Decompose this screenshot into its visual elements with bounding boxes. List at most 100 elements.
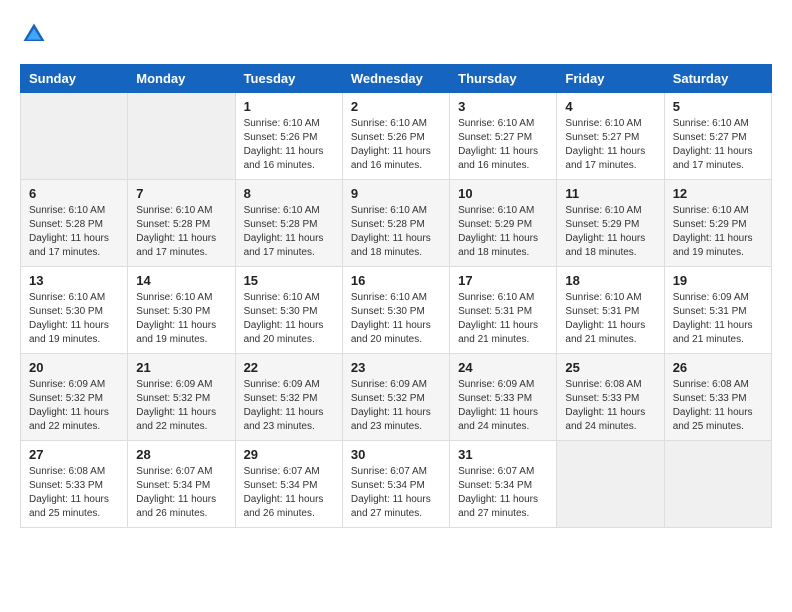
day-info: Sunrise: 6:10 AMSunset: 5:27 PMDaylight:… (673, 117, 763, 173)
day-info: Sunrise: 6:07 AMSunset: 5:34 PMDaylight:… (458, 465, 548, 521)
day-number: 4 (565, 99, 655, 114)
day-info: Sunrise: 6:10 AMSunset: 5:28 PMDaylight:… (136, 204, 226, 260)
day-info: Sunrise: 6:07 AMSunset: 5:34 PMDaylight:… (351, 465, 441, 521)
day-number: 21 (136, 360, 226, 375)
day-info: Sunrise: 6:10 AMSunset: 5:31 PMDaylight:… (565, 291, 655, 347)
calendar-cell (557, 441, 664, 528)
calendar-cell: 19 Sunrise: 6:09 AMSunset: 5:31 PMDaylig… (664, 267, 771, 354)
day-info: Sunrise: 6:09 AMSunset: 5:32 PMDaylight:… (244, 378, 334, 434)
day-number: 15 (244, 273, 334, 288)
calendar-cell: 6 Sunrise: 6:10 AMSunset: 5:28 PMDayligh… (21, 180, 128, 267)
calendar-cell: 4 Sunrise: 6:10 AMSunset: 5:27 PMDayligh… (557, 93, 664, 180)
day-number: 10 (458, 186, 548, 201)
day-number: 16 (351, 273, 441, 288)
calendar-cell: 11 Sunrise: 6:10 AMSunset: 5:29 PMDaylig… (557, 180, 664, 267)
day-info: Sunrise: 6:09 AMSunset: 5:31 PMDaylight:… (673, 291, 763, 347)
day-number: 1 (244, 99, 334, 114)
calendar-cell: 27 Sunrise: 6:08 AMSunset: 5:33 PMDaylig… (21, 441, 128, 528)
day-info: Sunrise: 6:10 AMSunset: 5:30 PMDaylight:… (244, 291, 334, 347)
calendar-cell: 30 Sunrise: 6:07 AMSunset: 5:34 PMDaylig… (342, 441, 449, 528)
weekday-header-wednesday: Wednesday (342, 65, 449, 93)
day-info: Sunrise: 6:10 AMSunset: 5:30 PMDaylight:… (136, 291, 226, 347)
calendar-cell: 3 Sunrise: 6:10 AMSunset: 5:27 PMDayligh… (450, 93, 557, 180)
day-number: 23 (351, 360, 441, 375)
day-info: Sunrise: 6:10 AMSunset: 5:27 PMDaylight:… (565, 117, 655, 173)
calendar-cell: 2 Sunrise: 6:10 AMSunset: 5:26 PMDayligh… (342, 93, 449, 180)
logo-icon (20, 20, 48, 48)
calendar-cell: 16 Sunrise: 6:10 AMSunset: 5:30 PMDaylig… (342, 267, 449, 354)
day-number: 26 (673, 360, 763, 375)
weekday-header-monday: Monday (128, 65, 235, 93)
day-info: Sunrise: 6:10 AMSunset: 5:31 PMDaylight:… (458, 291, 548, 347)
day-number: 30 (351, 447, 441, 462)
day-info: Sunrise: 6:07 AMSunset: 5:34 PMDaylight:… (244, 465, 334, 521)
calendar-cell (664, 441, 771, 528)
day-info: Sunrise: 6:09 AMSunset: 5:32 PMDaylight:… (136, 378, 226, 434)
calendar-cell: 18 Sunrise: 6:10 AMSunset: 5:31 PMDaylig… (557, 267, 664, 354)
day-info: Sunrise: 6:10 AMSunset: 5:29 PMDaylight:… (565, 204, 655, 260)
day-number: 22 (244, 360, 334, 375)
day-info: Sunrise: 6:10 AMSunset: 5:30 PMDaylight:… (351, 291, 441, 347)
day-number: 12 (673, 186, 763, 201)
weekday-header-saturday: Saturday (664, 65, 771, 93)
calendar-cell: 10 Sunrise: 6:10 AMSunset: 5:29 PMDaylig… (450, 180, 557, 267)
calendar-cell: 12 Sunrise: 6:10 AMSunset: 5:29 PMDaylig… (664, 180, 771, 267)
day-info: Sunrise: 6:10 AMSunset: 5:27 PMDaylight:… (458, 117, 548, 173)
day-number: 11 (565, 186, 655, 201)
calendar-cell: 29 Sunrise: 6:07 AMSunset: 5:34 PMDaylig… (235, 441, 342, 528)
day-number: 25 (565, 360, 655, 375)
day-info: Sunrise: 6:10 AMSunset: 5:29 PMDaylight:… (458, 204, 548, 260)
day-number: 3 (458, 99, 548, 114)
day-info: Sunrise: 6:09 AMSunset: 5:32 PMDaylight:… (351, 378, 441, 434)
calendar-cell: 9 Sunrise: 6:10 AMSunset: 5:28 PMDayligh… (342, 180, 449, 267)
day-info: Sunrise: 6:08 AMSunset: 5:33 PMDaylight:… (565, 378, 655, 434)
calendar-cell: 14 Sunrise: 6:10 AMSunset: 5:30 PMDaylig… (128, 267, 235, 354)
logo (20, 20, 52, 48)
day-number: 2 (351, 99, 441, 114)
day-number: 8 (244, 186, 334, 201)
calendar-cell (21, 93, 128, 180)
calendar-cell: 8 Sunrise: 6:10 AMSunset: 5:28 PMDayligh… (235, 180, 342, 267)
calendar-cell: 24 Sunrise: 6:09 AMSunset: 5:33 PMDaylig… (450, 354, 557, 441)
calendar-cell: 20 Sunrise: 6:09 AMSunset: 5:32 PMDaylig… (21, 354, 128, 441)
calendar-cell: 7 Sunrise: 6:10 AMSunset: 5:28 PMDayligh… (128, 180, 235, 267)
calendar-cell: 17 Sunrise: 6:10 AMSunset: 5:31 PMDaylig… (450, 267, 557, 354)
day-number: 13 (29, 273, 119, 288)
calendar-cell: 22 Sunrise: 6:09 AMSunset: 5:32 PMDaylig… (235, 354, 342, 441)
day-number: 5 (673, 99, 763, 114)
calendar-cell: 5 Sunrise: 6:10 AMSunset: 5:27 PMDayligh… (664, 93, 771, 180)
calendar-cell: 31 Sunrise: 6:07 AMSunset: 5:34 PMDaylig… (450, 441, 557, 528)
weekday-header-tuesday: Tuesday (235, 65, 342, 93)
calendar-cell (128, 93, 235, 180)
day-info: Sunrise: 6:08 AMSunset: 5:33 PMDaylight:… (29, 465, 119, 521)
day-info: Sunrise: 6:10 AMSunset: 5:29 PMDaylight:… (673, 204, 763, 260)
calendar-cell: 26 Sunrise: 6:08 AMSunset: 5:33 PMDaylig… (664, 354, 771, 441)
weekday-header-thursday: Thursday (450, 65, 557, 93)
day-number: 27 (29, 447, 119, 462)
calendar-cell: 23 Sunrise: 6:09 AMSunset: 5:32 PMDaylig… (342, 354, 449, 441)
calendar-cell: 25 Sunrise: 6:08 AMSunset: 5:33 PMDaylig… (557, 354, 664, 441)
day-number: 28 (136, 447, 226, 462)
day-info: Sunrise: 6:07 AMSunset: 5:34 PMDaylight:… (136, 465, 226, 521)
day-info: Sunrise: 6:08 AMSunset: 5:33 PMDaylight:… (673, 378, 763, 434)
calendar-cell: 13 Sunrise: 6:10 AMSunset: 5:30 PMDaylig… (21, 267, 128, 354)
weekday-header-friday: Friday (557, 65, 664, 93)
day-info: Sunrise: 6:10 AMSunset: 5:28 PMDaylight:… (29, 204, 119, 260)
day-info: Sunrise: 6:10 AMSunset: 5:28 PMDaylight:… (351, 204, 441, 260)
calendar-cell: 1 Sunrise: 6:10 AMSunset: 5:26 PMDayligh… (235, 93, 342, 180)
page-header (20, 20, 772, 48)
calendar-cell: 21 Sunrise: 6:09 AMSunset: 5:32 PMDaylig… (128, 354, 235, 441)
weekday-header-sunday: Sunday (21, 65, 128, 93)
day-info: Sunrise: 6:10 AMSunset: 5:30 PMDaylight:… (29, 291, 119, 347)
day-number: 19 (673, 273, 763, 288)
day-number: 6 (29, 186, 119, 201)
day-info: Sunrise: 6:09 AMSunset: 5:33 PMDaylight:… (458, 378, 548, 434)
day-info: Sunrise: 6:10 AMSunset: 5:28 PMDaylight:… (244, 204, 334, 260)
calendar-table: SundayMondayTuesdayWednesdayThursdayFrid… (20, 64, 772, 528)
day-number: 20 (29, 360, 119, 375)
day-number: 9 (351, 186, 441, 201)
calendar-cell: 15 Sunrise: 6:10 AMSunset: 5:30 PMDaylig… (235, 267, 342, 354)
day-number: 31 (458, 447, 548, 462)
day-number: 17 (458, 273, 548, 288)
calendar-cell: 28 Sunrise: 6:07 AMSunset: 5:34 PMDaylig… (128, 441, 235, 528)
